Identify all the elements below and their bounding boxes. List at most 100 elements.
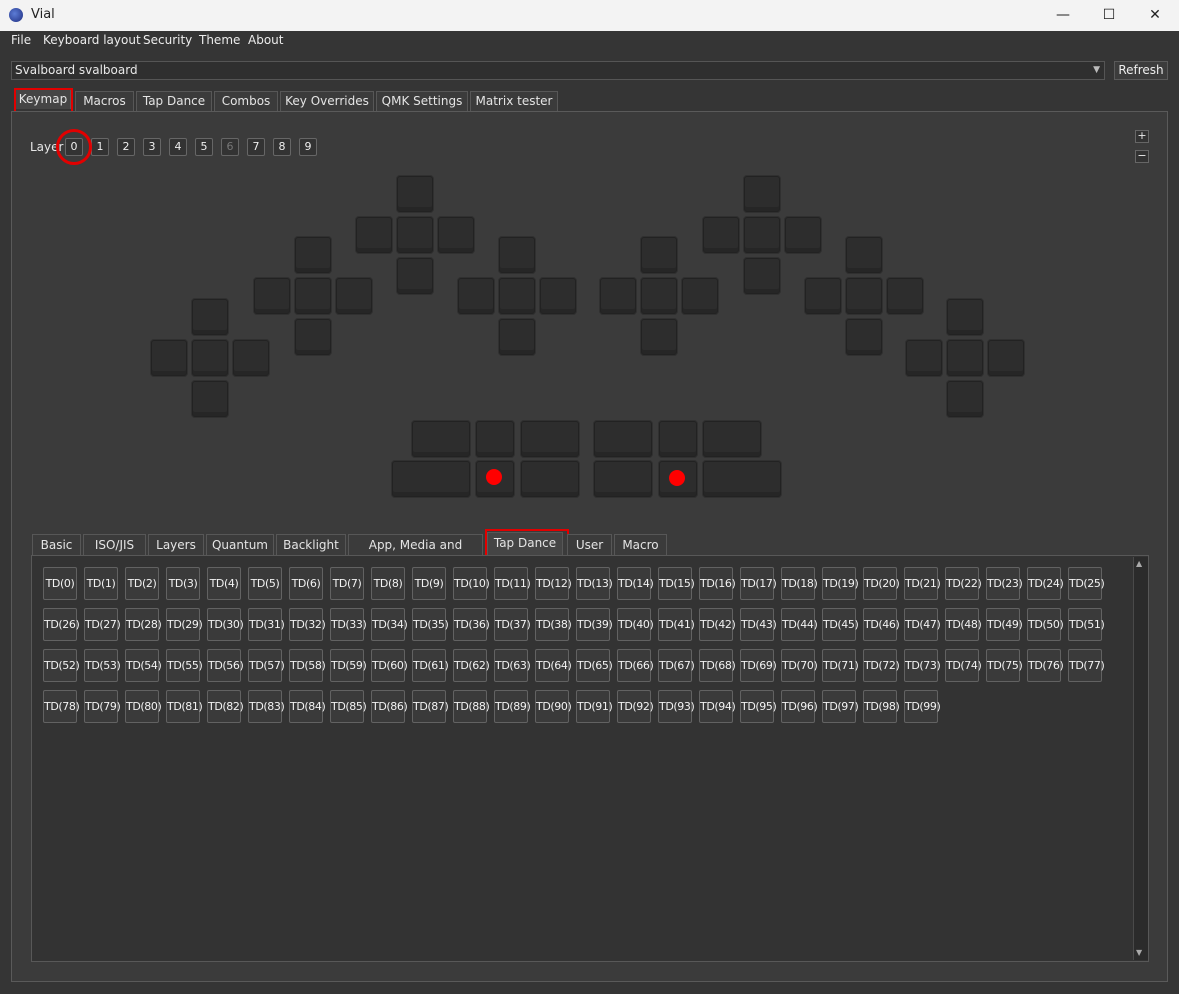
tap-dance-key[interactable]: TD(93) (658, 690, 695, 723)
tap-dance-key[interactable]: TD(68) (699, 649, 736, 682)
keycap[interactable] (521, 421, 579, 457)
tap-dance-key[interactable]: TD(73) (904, 649, 941, 682)
tap-dance-key[interactable]: TD(5) (248, 567, 282, 600)
tap-dance-key[interactable]: TD(65) (576, 649, 613, 682)
keycap[interactable] (295, 237, 331, 273)
tap-dance-key[interactable]: TD(66) (617, 649, 654, 682)
tap-dance-key[interactable]: TD(2) (125, 567, 159, 600)
tap-dance-key[interactable]: TD(70) (781, 649, 818, 682)
keycap[interactable] (947, 340, 983, 376)
keycap[interactable] (458, 278, 494, 314)
tap-dance-key[interactable]: TD(48) (945, 608, 982, 641)
tap-dance-key[interactable]: TD(18) (781, 567, 818, 600)
tap-dance-key[interactable]: TD(84) (289, 690, 326, 723)
tap-dance-key[interactable]: TD(63) (494, 649, 531, 682)
scroll-up-icon[interactable]: ▲ (1136, 559, 1142, 568)
keycap[interactable] (295, 319, 331, 355)
keycap[interactable] (906, 340, 942, 376)
keycode-tab-quantum[interactable]: Quantum (206, 534, 274, 555)
keycap[interactable] (703, 461, 781, 497)
tap-dance-key[interactable]: TD(38) (535, 608, 572, 641)
tap-dance-key[interactable]: TD(35) (412, 608, 449, 641)
keycap[interactable] (785, 217, 821, 253)
keycode-tab-layers[interactable]: Layers (148, 534, 204, 555)
tap-dance-key[interactable]: TD(88) (453, 690, 490, 723)
tap-dance-key[interactable]: TD(59) (330, 649, 367, 682)
tap-dance-key[interactable]: TD(86) (371, 690, 408, 723)
keycap[interactable] (397, 217, 433, 253)
keycap[interactable] (356, 217, 392, 253)
tap-dance-key[interactable]: TD(30) (207, 608, 244, 641)
tap-dance-key[interactable]: TD(75) (986, 649, 1023, 682)
keycap[interactable] (594, 421, 652, 457)
tap-dance-key[interactable]: TD(41) (658, 608, 695, 641)
tap-dance-key[interactable]: TD(3) (166, 567, 200, 600)
tap-dance-key[interactable]: TD(13) (576, 567, 613, 600)
tap-dance-key[interactable]: TD(24) (1027, 567, 1064, 600)
keycap[interactable] (192, 340, 228, 376)
tap-dance-key[interactable]: TD(9) (412, 567, 446, 600)
keycap[interactable] (594, 461, 652, 497)
tap-dance-key[interactable]: TD(20) (863, 567, 900, 600)
tap-dance-key[interactable]: TD(17) (740, 567, 777, 600)
tap-dance-key[interactable]: TD(15) (658, 567, 695, 600)
keycap[interactable] (846, 237, 882, 273)
keycode-tab-basic[interactable]: Basic (32, 534, 81, 555)
tap-dance-key[interactable]: TD(1) (84, 567, 118, 600)
tap-dance-key[interactable]: TD(54) (125, 649, 162, 682)
tap-dance-key[interactable]: TD(61) (412, 649, 449, 682)
tap-dance-key[interactable]: TD(29) (166, 608, 203, 641)
tap-dance-key[interactable]: TD(21) (904, 567, 941, 600)
tap-dance-key[interactable]: TD(43) (740, 608, 777, 641)
tap-dance-key[interactable]: TD(8) (371, 567, 405, 600)
keycap[interactable] (641, 237, 677, 273)
tap-dance-key[interactable]: TD(46) (863, 608, 900, 641)
tap-dance-key[interactable]: TD(79) (84, 690, 121, 723)
keycap[interactable] (988, 340, 1024, 376)
keycap[interactable] (499, 319, 535, 355)
tap-dance-key[interactable]: TD(52) (43, 649, 80, 682)
keycap[interactable] (521, 461, 579, 497)
keycode-tab-macro[interactable]: Macro (614, 534, 667, 555)
tap-dance-key[interactable]: TD(55) (166, 649, 203, 682)
keycap[interactable] (682, 278, 718, 314)
keycap[interactable] (192, 299, 228, 335)
tap-dance-key[interactable]: TD(78) (43, 690, 80, 723)
tap-dance-key[interactable]: TD(39) (576, 608, 613, 641)
tap-dance-key[interactable]: TD(80) (125, 690, 162, 723)
keycap[interactable] (499, 278, 535, 314)
tap-dance-key[interactable]: TD(7) (330, 567, 364, 600)
keycap[interactable] (295, 278, 331, 314)
tap-dance-key[interactable]: TD(51) (1068, 608, 1105, 641)
tap-dance-key[interactable]: TD(91) (576, 690, 613, 723)
keycap[interactable] (192, 381, 228, 417)
tap-dance-key[interactable]: TD(82) (207, 690, 244, 723)
tap-dance-key[interactable]: TD(42) (699, 608, 736, 641)
keycap[interactable] (947, 299, 983, 335)
keycode-tab-app-media-mouse[interactable]: App, Media and Mouse (348, 534, 483, 572)
tap-dance-key[interactable]: TD(23) (986, 567, 1023, 600)
tap-dance-key[interactable]: TD(83) (248, 690, 285, 723)
tap-dance-key[interactable]: TD(95) (740, 690, 777, 723)
tap-dance-key[interactable]: TD(56) (207, 649, 244, 682)
tap-dance-key[interactable]: TD(87) (412, 690, 449, 723)
tap-dance-key[interactable]: TD(94) (699, 690, 736, 723)
tap-dance-key[interactable]: TD(25) (1068, 567, 1105, 600)
vertical-scrollbar[interactable]: ▲ ▼ (1133, 557, 1148, 960)
keycap[interactable] (476, 421, 514, 457)
tap-dance-key[interactable]: TD(89) (494, 690, 531, 723)
tap-dance-key[interactable]: TD(40) (617, 608, 654, 641)
keycap[interactable] (397, 258, 433, 294)
keycap[interactable] (744, 176, 780, 212)
tap-dance-key[interactable]: TD(19) (822, 567, 859, 600)
tap-dance-key[interactable]: TD(71) (822, 649, 859, 682)
keycap[interactable] (254, 278, 290, 314)
tap-dance-key[interactable]: TD(27) (84, 608, 121, 641)
tap-dance-key[interactable]: TD(62) (453, 649, 490, 682)
tap-dance-key[interactable]: TD(60) (371, 649, 408, 682)
tap-dance-key[interactable]: TD(33) (330, 608, 367, 641)
keycap[interactable] (336, 278, 372, 314)
keycap[interactable] (397, 176, 433, 212)
tap-dance-key[interactable]: TD(22) (945, 567, 982, 600)
keycap[interactable] (703, 217, 739, 253)
